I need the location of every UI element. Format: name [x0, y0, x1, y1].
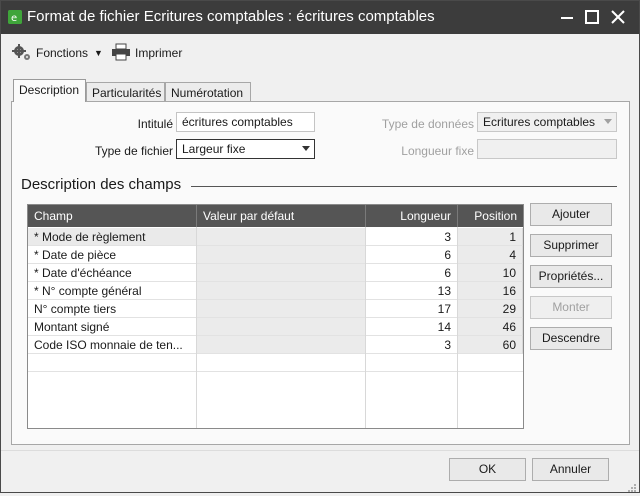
longueur-fixe-input	[477, 139, 617, 159]
intitule-input[interactable]: écritures comptables	[176, 112, 315, 132]
window-title: Format de fichier Ecritures comptables :…	[27, 8, 435, 25]
cell-position[interactable]: 1	[458, 228, 523, 246]
cell-position[interactable]: 16	[458, 282, 523, 300]
tab-description[interactable]: Description	[13, 79, 86, 102]
type-fichier-label: Type de fichier	[94, 144, 173, 158]
cell-valeur-defaut[interactable]	[197, 300, 366, 318]
minimize-icon[interactable]	[556, 6, 578, 28]
type-donnees-label: Type de données	[381, 117, 474, 131]
cell-valeur-defaut[interactable]	[197, 336, 366, 354]
supprimer-button[interactable]: Supprimer	[530, 234, 612, 257]
table-row[interactable]: * N° compte général 13 16	[28, 282, 523, 300]
tab-numerotation[interactable]: Numérotation	[165, 82, 251, 102]
column-header-champ[interactable]: Champ	[28, 205, 197, 227]
ajouter-button[interactable]: Ajouter	[530, 203, 612, 226]
cell-longueur[interactable]: 14	[366, 318, 458, 336]
fields-grid[interactable]: Champ Valeur par défaut Longueur Positio…	[27, 204, 524, 429]
tab-particularites[interactable]: Particularités	[86, 82, 165, 102]
cell-position[interactable]: 10	[458, 264, 523, 282]
table-row[interactable]: Code ISO monnaie de ten... 3 60	[28, 336, 523, 354]
grid-header: Champ Valeur par défaut Longueur Positio…	[28, 205, 523, 227]
cell-longueur[interactable]: 13	[366, 282, 458, 300]
functions-menu-button[interactable]: Fonctions ▼	[12, 43, 103, 63]
annuler-button[interactable]: Annuler	[532, 458, 609, 481]
cell-longueur[interactable]: 17	[366, 300, 458, 318]
column-header-position[interactable]: Position	[458, 205, 523, 227]
title-bar: e Format de fichier Ecritures comptables…	[1, 1, 639, 34]
cell-champ[interactable]: * Date de pièce	[28, 246, 197, 264]
cell-valeur-defaut[interactable]	[197, 246, 366, 264]
cell-valeur-defaut[interactable]	[197, 228, 366, 246]
cell-valeur-defaut[interactable]	[197, 264, 366, 282]
section-divider	[191, 186, 617, 187]
cell-position[interactable]: 4	[458, 246, 523, 264]
resize-grip-icon[interactable]	[627, 482, 637, 492]
dialog-window: e Format de fichier Ecritures comptables…	[0, 0, 640, 493]
type-fichier-value: Largeur fixe	[182, 142, 246, 156]
grid-column-divider	[365, 227, 366, 428]
cell-longueur[interactable]: 3	[366, 336, 458, 354]
ok-button[interactable]: OK	[449, 458, 526, 481]
chevron-down-icon: ▼	[94, 48, 103, 58]
cell-champ[interactable]: * Date d'échéance	[28, 264, 197, 282]
cell-position[interactable]: 46	[458, 318, 523, 336]
printer-icon	[111, 43, 131, 64]
cell-champ[interactable]: N° compte tiers	[28, 300, 197, 318]
grid-column-divider	[196, 227, 197, 428]
maximize-icon[interactable]	[581, 6, 603, 28]
cell-champ[interactable]: * Mode de règlement	[28, 228, 197, 246]
proprietes-button[interactable]: Propriétés...	[530, 265, 612, 288]
cell-position[interactable]: 60	[458, 336, 523, 354]
cell-longueur[interactable]: 6	[366, 246, 458, 264]
chevron-down-icon	[302, 146, 310, 151]
close-icon[interactable]	[607, 6, 629, 28]
gear-icon	[12, 43, 32, 64]
toolbar: Fonctions ▼ Imprimer	[1, 35, 639, 71]
cell-champ[interactable]: * N° compte général	[28, 282, 197, 300]
cell-champ[interactable]: Montant signé	[28, 318, 197, 336]
grid-column-divider	[457, 227, 458, 428]
type-donnees-value: Ecritures comptables	[483, 115, 596, 129]
functions-label: Fonctions	[36, 46, 89, 60]
table-row[interactable]: * Date de pièce 6 4	[28, 246, 523, 264]
svg-text:e: e	[11, 13, 17, 24]
table-row[interactable]: Montant signé 14 46	[28, 318, 523, 336]
monter-button[interactable]: Monter	[530, 296, 612, 319]
cell-valeur-defaut[interactable]	[197, 282, 366, 300]
intitule-label: Intitulé	[137, 117, 173, 131]
cell-longueur[interactable]: 3	[366, 228, 458, 246]
table-row[interactable]: * Date d'échéance 6 10	[28, 264, 523, 282]
cell-longueur[interactable]: 6	[366, 264, 458, 282]
footer-divider	[1, 450, 639, 451]
cell-valeur-defaut[interactable]	[197, 318, 366, 336]
longueur-fixe-label: Longueur fixe	[401, 144, 474, 158]
print-label: Imprimer	[135, 46, 183, 60]
cell-champ[interactable]: Code ISO monnaie de ten...	[28, 336, 197, 354]
grid-empty-area	[28, 354, 523, 372]
cell-position[interactable]: 29	[458, 300, 523, 318]
descendre-button[interactable]: Descendre	[530, 327, 612, 350]
type-fichier-select[interactable]: Largeur fixe	[176, 139, 315, 159]
table-row[interactable]: N° compte tiers 17 29	[28, 300, 523, 318]
type-donnees-select: Ecritures comptables	[477, 112, 617, 132]
column-header-longueur[interactable]: Longueur	[366, 205, 458, 227]
chevron-down-icon	[604, 119, 612, 124]
section-title: Description des champs	[21, 176, 182, 193]
column-header-valeur-defaut[interactable]: Valeur par défaut	[197, 205, 366, 227]
app-icon: e	[8, 10, 22, 24]
table-row[interactable]: * Mode de règlement 3 1	[28, 228, 523, 246]
print-button[interactable]: Imprimer	[111, 43, 182, 63]
